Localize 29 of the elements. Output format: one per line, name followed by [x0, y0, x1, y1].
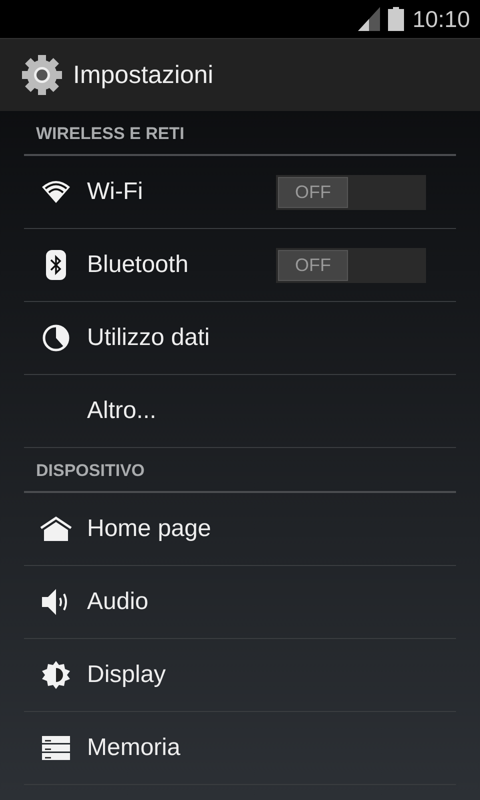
- screen-title: Impostazioni: [73, 60, 214, 90]
- settings-item[interactable]: Audio: [24, 566, 456, 639]
- section-header: DISPOSITIVO: [35, 461, 145, 481]
- item-label: Memoria: [87, 734, 182, 762]
- battery-icon: [388, 7, 404, 31]
- wifi-icon: [42, 181, 70, 203]
- item-label: Utilizzo dati: [87, 324, 211, 352]
- item-label: Audio: [87, 588, 150, 616]
- settings-item[interactable]: Altro...: [24, 375, 456, 448]
- settings-item[interactable]: Wi-Fi OFF: [24, 156, 456, 229]
- section-header: WIRELESS E RETI: [35, 124, 184, 144]
- bluetooth-icon: [46, 250, 66, 280]
- settings-icon[interactable]: [21, 54, 63, 96]
- settings-item[interactable]: Home page: [24, 493, 456, 566]
- settings-item[interactable]: Bluetooth OFF: [24, 229, 456, 302]
- brightness-icon: [40, 660, 70, 690]
- storage-icon: [42, 736, 70, 760]
- home-icon: [40, 516, 72, 542]
- settings-item[interactable]: Utilizzo dati: [24, 302, 456, 375]
- signal-icon: [358, 7, 380, 31]
- settings-item[interactable]: Display: [24, 639, 456, 712]
- settings-item[interactable]: Memoria: [24, 712, 456, 785]
- pie-chart-icon: [42, 324, 70, 352]
- item-label: Wi-Fi: [87, 178, 144, 206]
- item-label: Display: [87, 661, 167, 689]
- item-label: Home page: [87, 515, 212, 543]
- item-label: Altro...: [87, 397, 158, 425]
- item-label: Bluetooth: [87, 251, 190, 279]
- clock-time: 10:10: [412, 6, 470, 32]
